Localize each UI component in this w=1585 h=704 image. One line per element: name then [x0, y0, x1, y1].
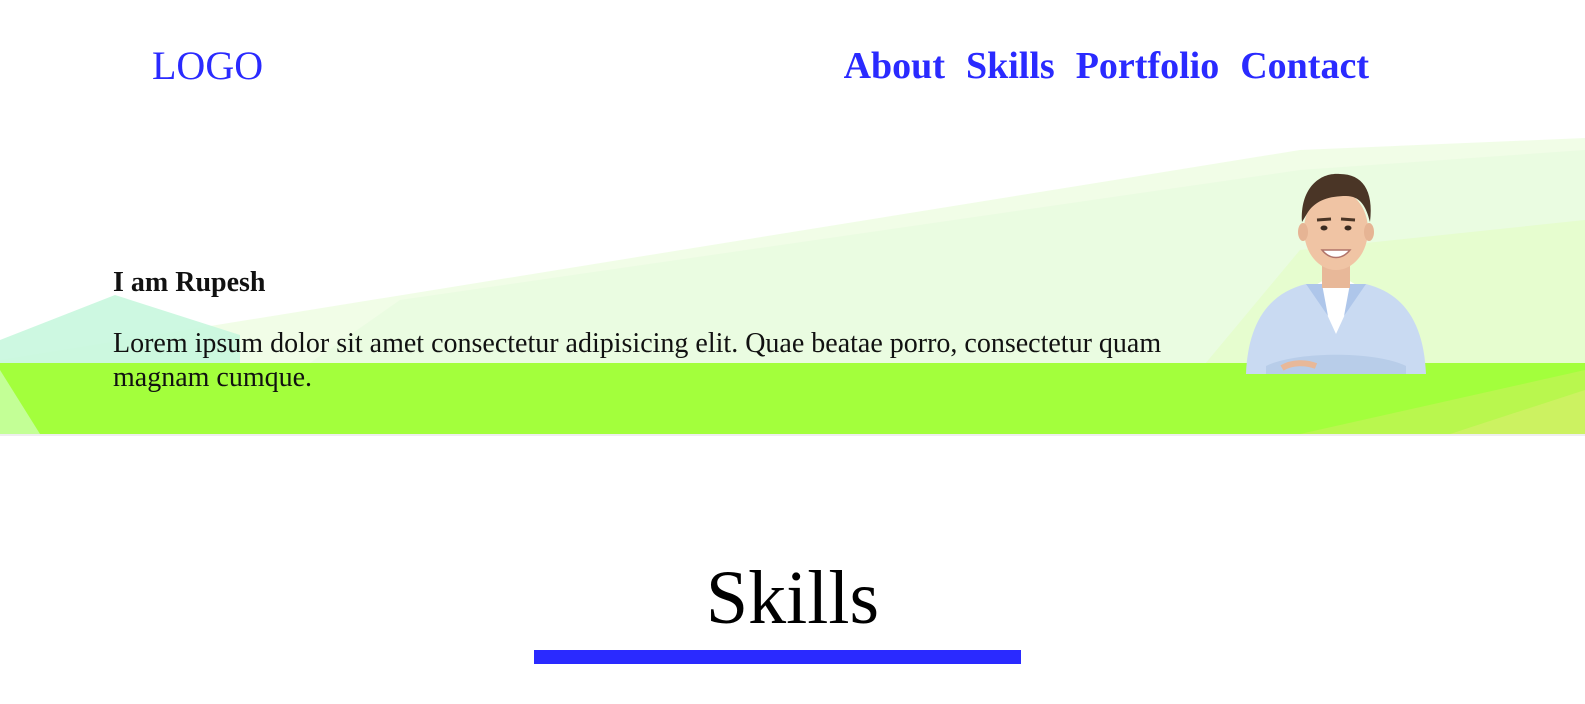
nav-contact[interactable]: Contact — [1240, 44, 1369, 88]
hero-text: I am Rupesh Lorem ipsum dolor sit amet c… — [113, 266, 1173, 395]
hero-description: Lorem ipsum dolor sit amet consectetur a… — [113, 328, 1162, 393]
logo-link[interactable]: LOGO — [152, 44, 263, 88]
site-header: LOGO About Skills Portfolio Contact — [0, 0, 1585, 130]
skills-heading: Skills — [705, 556, 880, 640]
profile-photo — [1246, 173, 1426, 374]
nav-portfolio[interactable]: Portfolio — [1076, 44, 1220, 88]
hero-title: I am Rupesh — [113, 267, 266, 298]
hero-section: I am Rupesh Lorem ipsum dolor sit amet c… — [0, 130, 1585, 436]
main-nav: About Skills Portfolio Contact — [844, 44, 1369, 88]
skills-underline — [534, 650, 1021, 664]
nav-about[interactable]: About — [844, 44, 945, 88]
nav-skills[interactable]: Skills — [966, 44, 1055, 88]
